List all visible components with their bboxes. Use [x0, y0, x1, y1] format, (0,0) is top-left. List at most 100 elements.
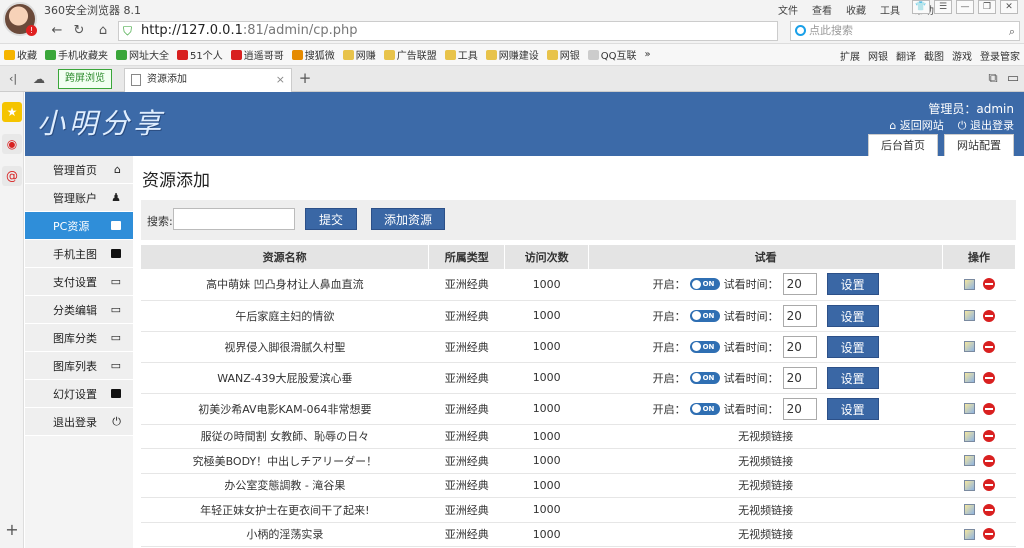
tab-resource-add[interactable]: 资源添加 ×	[124, 68, 292, 92]
tab-scroll-left-icon[interactable]: ‹|	[4, 70, 22, 88]
add-sidebar-icon[interactable]: +	[2, 520, 22, 540]
mail-icon[interactable]: @	[2, 166, 22, 186]
shirt-icon[interactable]: 👕	[912, 0, 930, 14]
browser-search-input[interactable]: 点此搜索 ⌕	[790, 21, 1020, 41]
restore-tabs-icon[interactable]: ⧉	[984, 70, 1002, 88]
tab-cross-screen[interactable]: 跨屏浏览	[58, 69, 112, 89]
login-manager-button[interactable]: 登录管家	[980, 48, 1020, 63]
search-input[interactable]	[173, 208, 295, 230]
bookmark-folder[interactable]: 工具	[444, 47, 478, 62]
sidebar-item-category-edit[interactable]: 分类编辑 ▭	[25, 296, 133, 324]
edit-icon[interactable]	[963, 403, 975, 414]
trial-time-input[interactable]: 20	[782, 366, 817, 389]
home-icon[interactable]: ⌂	[94, 22, 112, 40]
close-icon[interactable]: ×	[276, 69, 285, 91]
sidebar-item-logout[interactable]: 退出登录 ⏻	[25, 408, 133, 436]
tab-title: 资源添加	[147, 74, 187, 85]
window-menu-icon[interactable]: ☰	[934, 0, 952, 14]
weibo-icon[interactable]: ◉	[2, 134, 22, 154]
delete-icon[interactable]	[982, 371, 995, 384]
bookmark-folder[interactable]: 网银	[546, 47, 580, 62]
minimize-icon[interactable]: —	[956, 0, 974, 14]
trial-toggle[interactable]: ON	[689, 309, 720, 322]
extensions-button[interactable]: 扩展	[840, 48, 860, 63]
edit-icon[interactable]	[963, 278, 975, 290]
edit-icon[interactable]	[963, 372, 975, 383]
sidebar-item-home[interactable]: 管理首页 ⌂	[25, 156, 133, 184]
sidebar-item-pc-resources[interactable]: PC资源	[25, 212, 133, 240]
sidebar-item-gallery-category[interactable]: 图库分类 ▭	[25, 324, 133, 352]
games-button[interactable]: 游戏	[952, 48, 972, 63]
edit-icon[interactable]	[963, 430, 975, 442]
back-to-site-link[interactable]: ⌂ 返回网站	[889, 117, 943, 133]
bookmark-item[interactable]: 手机收藏夹	[45, 47, 108, 62]
delete-icon[interactable]	[982, 503, 995, 516]
trial-toggle[interactable]: ON	[689, 402, 720, 415]
menu-tools[interactable]: 工具	[880, 2, 900, 17]
sidebar-item-payment[interactable]: 支付设置 ▭	[25, 268, 133, 296]
bookmark-item[interactable]: 搜狐微	[291, 47, 335, 62]
edit-icon[interactable]	[963, 479, 975, 491]
edit-icon[interactable]	[963, 341, 975, 352]
delete-icon[interactable]	[982, 430, 995, 443]
trial-time-input[interactable]: 20	[782, 335, 817, 358]
table-row: 究極美BODY！中出しチアリーダー！ 亚洲经典 1000 无视频链接	[141, 448, 1016, 474]
delete-icon[interactable]	[982, 479, 995, 492]
delete-icon[interactable]	[982, 309, 995, 322]
bookmark-item[interactable]: QQ互联	[587, 47, 636, 62]
screenshot-button[interactable]: 截图	[924, 48, 944, 63]
set-button[interactable]: 设置	[826, 273, 879, 296]
bookmark-folder[interactable]: 广告联盟	[383, 47, 437, 62]
bookmark-item[interactable]: 收藏	[4, 47, 37, 62]
new-tab-icon[interactable]: +	[296, 70, 314, 88]
trial-toggle[interactable]: ON	[689, 278, 720, 291]
trial-toggle[interactable]: ON	[689, 340, 720, 353]
close-window-icon[interactable]: ✕	[1000, 0, 1018, 14]
cloud-icon[interactable]: ☁	[30, 70, 48, 88]
set-button[interactable]: 设置	[826, 304, 879, 327]
bookmark-item[interactable]: 51个人	[177, 47, 223, 62]
edit-icon[interactable]	[963, 310, 975, 321]
delete-icon[interactable]	[982, 454, 995, 467]
bank-button[interactable]: 网银	[868, 48, 888, 63]
sidebar-item-gallery-list[interactable]: 图库列表 ▭	[25, 352, 133, 380]
trial-time-input[interactable]: 20	[782, 304, 817, 327]
tab-list-icon[interactable]: ▭	[1004, 70, 1022, 88]
maximize-icon[interactable]: ❐	[978, 0, 996, 14]
edit-icon[interactable]	[963, 455, 975, 467]
trial-toggle[interactable]: ON	[689, 371, 720, 384]
add-resource-button[interactable]: 添加资源	[371, 208, 445, 230]
delete-icon[interactable]	[982, 278, 995, 291]
set-button[interactable]: 设置	[826, 397, 879, 420]
trial-time-input[interactable]: 20	[782, 273, 817, 296]
bookmark-folder[interactable]: 网赚	[342, 47, 376, 62]
delete-icon[interactable]	[982, 528, 995, 541]
logout-link[interactable]: ⏻ 退出登录	[958, 117, 1014, 133]
translate-button[interactable]: 翻译	[896, 48, 916, 63]
tab-site-config[interactable]: 网站配置	[944, 134, 1014, 156]
set-button[interactable]: 设置	[826, 335, 879, 358]
bookmark-item[interactable]: 逍遥哥哥	[230, 47, 284, 62]
sidebar-item-slideshow[interactable]: 幻灯设置	[25, 380, 133, 408]
favorites-star-icon[interactable]: ★	[2, 102, 22, 122]
set-button[interactable]: 设置	[826, 366, 879, 389]
bookmarks-more-icon[interactable]: »	[644, 49, 650, 60]
menu-view[interactable]: 查看	[812, 2, 832, 17]
delete-icon[interactable]	[982, 340, 995, 353]
back-icon[interactable]: ←	[48, 22, 66, 40]
menu-favorites[interactable]: 收藏	[846, 2, 866, 17]
bookmark-folder[interactable]: 网赚建设	[485, 47, 539, 62]
sidebar-item-accounts[interactable]: 管理账户 ♟	[25, 184, 133, 212]
trial-time-input[interactable]: 20	[782, 397, 817, 420]
url-input[interactable]: ⛉ http://127.0.0.1:81/admin/cp.php	[118, 21, 778, 41]
refresh-icon[interactable]: ↻	[70, 22, 88, 40]
edit-icon[interactable]	[963, 504, 975, 516]
bookmark-item[interactable]: 网址大全	[116, 47, 169, 62]
delete-icon[interactable]	[982, 402, 995, 415]
tab-admin-home[interactable]: 后台首页	[868, 134, 938, 156]
sidebar-item-mobile-images[interactable]: 手机主图	[25, 240, 133, 268]
search-icon[interactable]: ⌕	[1009, 23, 1015, 41]
edit-icon[interactable]	[963, 528, 975, 540]
menu-file[interactable]: 文件	[778, 2, 798, 17]
submit-button[interactable]: 提交	[305, 208, 357, 230]
